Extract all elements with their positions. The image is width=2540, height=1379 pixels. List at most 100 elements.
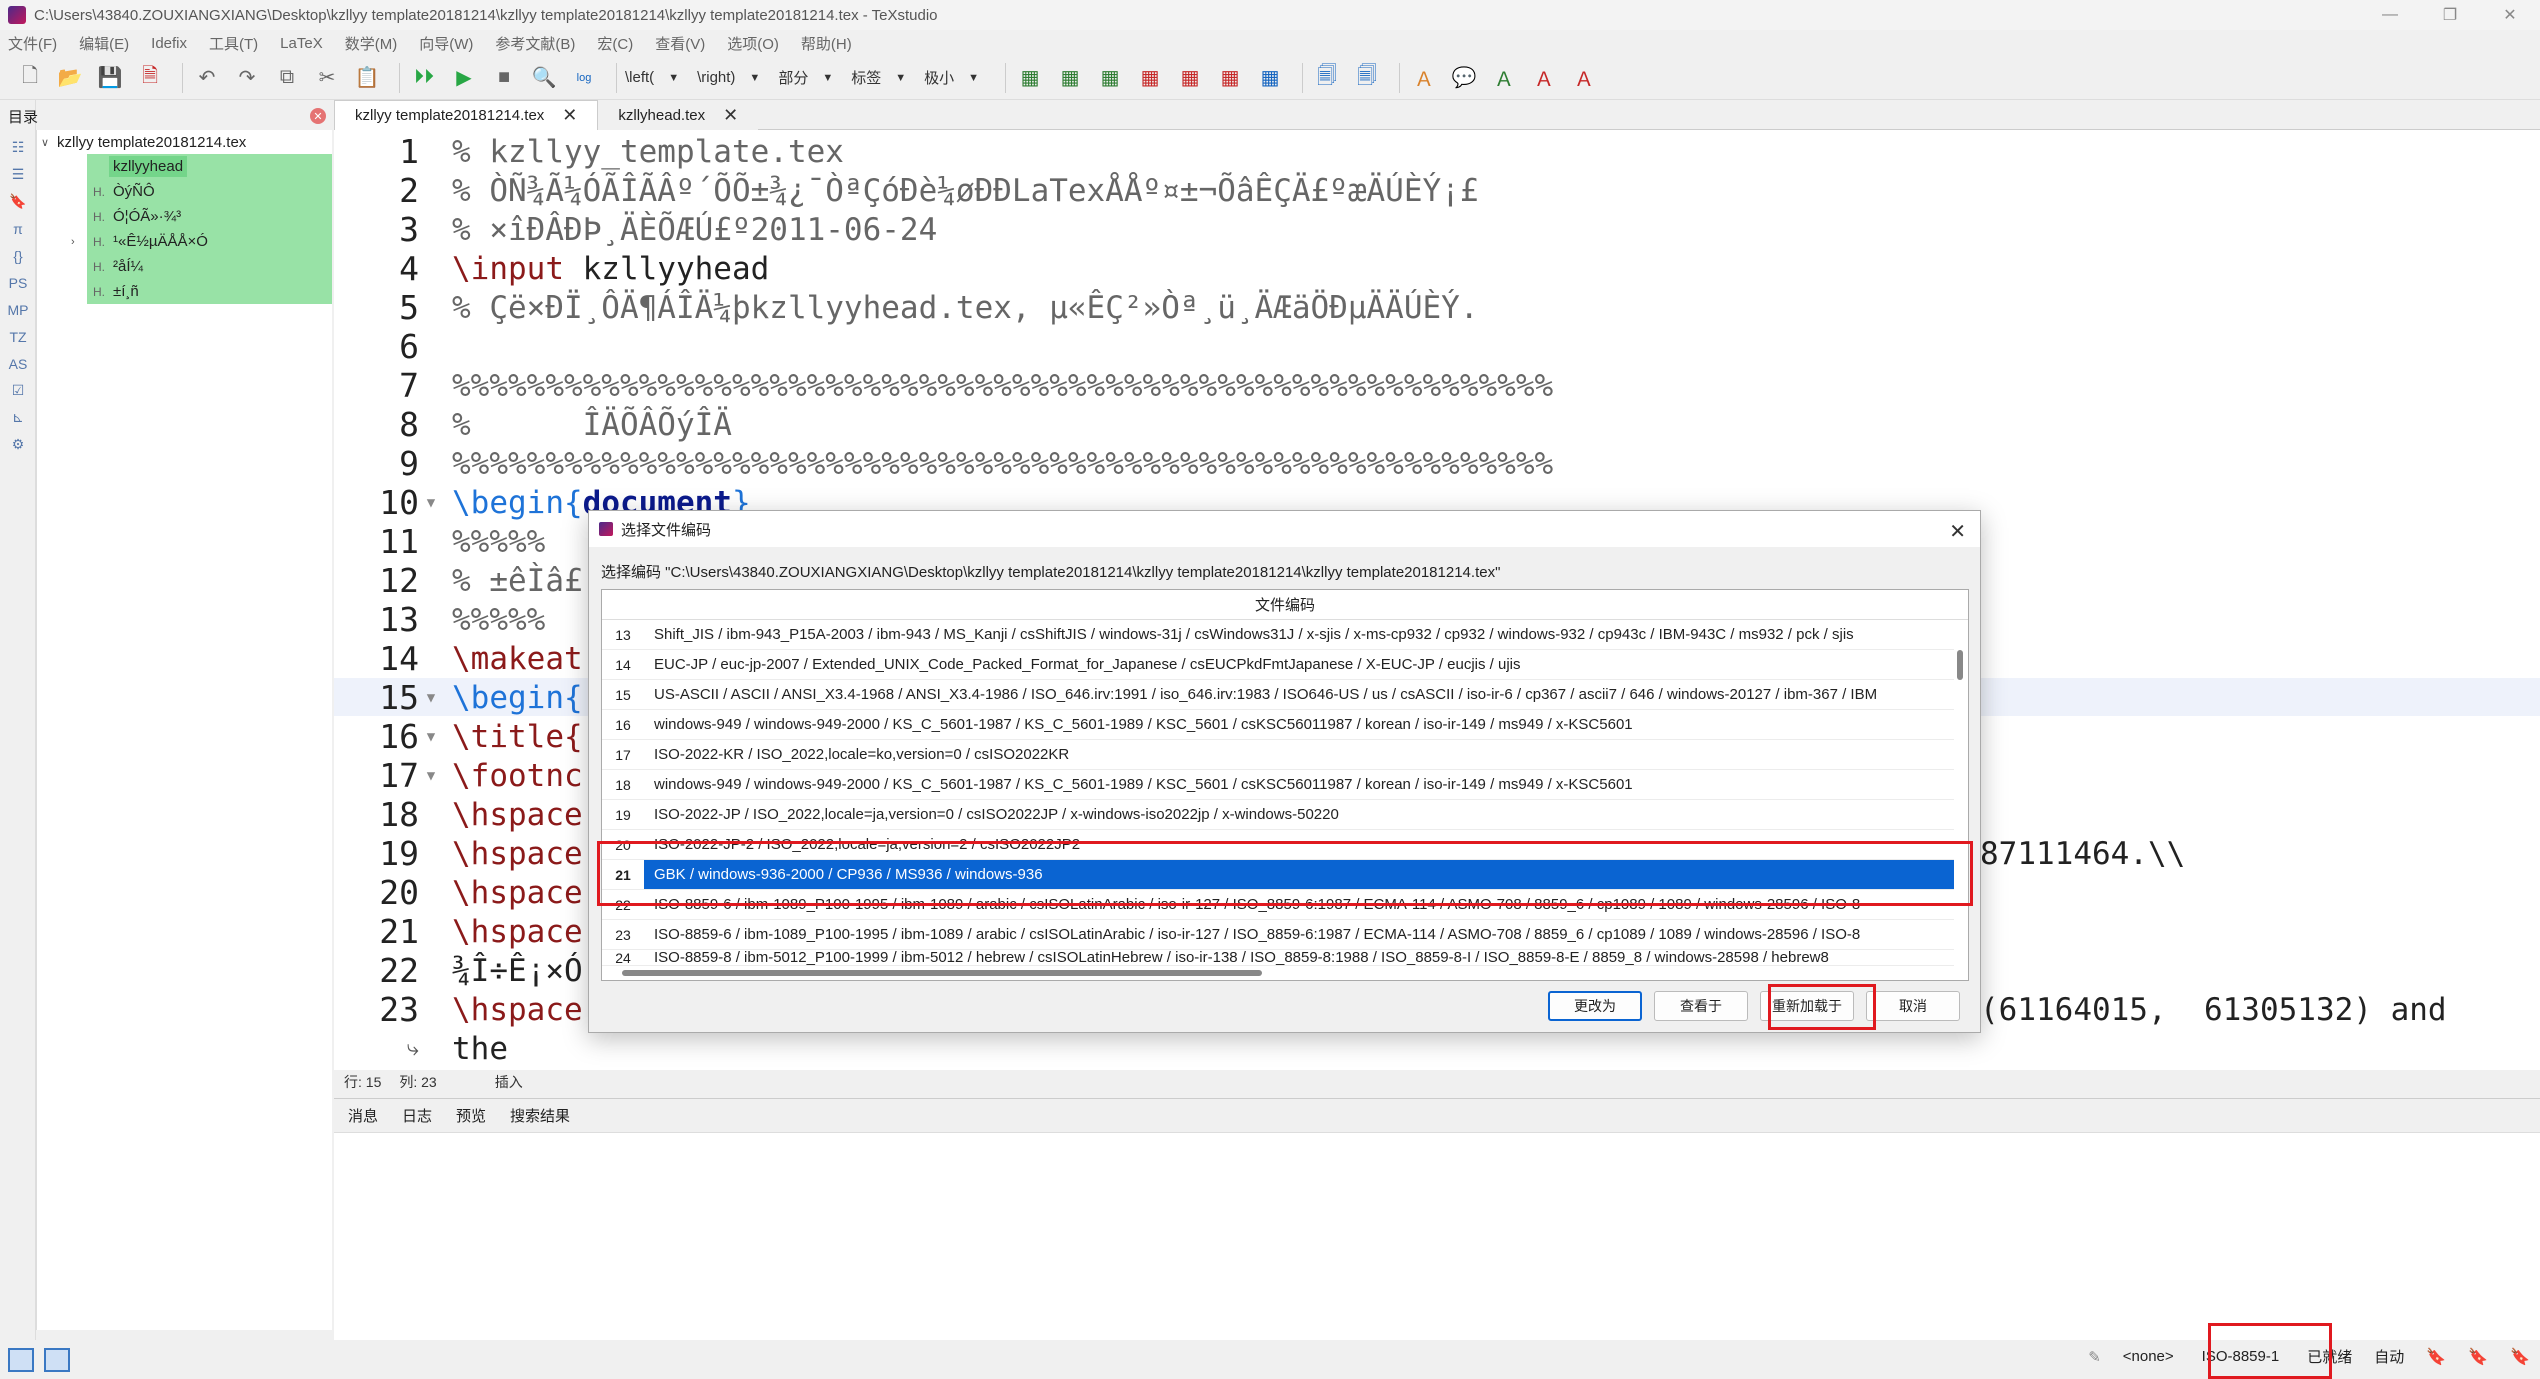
- table-remove-column-icon[interactable]: ▦: [1174, 62, 1206, 94]
- tree-item-section[interactable]: › H. ¹«Ê½µÄÅÅ×Ó: [71, 229, 332, 254]
- encoding-row[interactable]: 17 ISO-2022-KR / ISO_2022,locale=ko,versi…: [602, 740, 1954, 770]
- table-add-row-icon[interactable]: ▦: [1054, 62, 1086, 94]
- close-icon[interactable]: ✕: [1949, 519, 1966, 544]
- fold-arrow-icon[interactable]: ▼: [421, 690, 441, 706]
- menu-bibliography[interactable]: 参考文献(B): [495, 33, 575, 54]
- insert-mode-indicator[interactable]: 插入: [495, 1072, 523, 1092]
- scrollbar-thumb[interactable]: [1957, 650, 1963, 680]
- compile-icon[interactable]: ▶: [448, 62, 480, 94]
- menu-wizards[interactable]: 向导(W): [419, 33, 473, 54]
- encoding-row[interactable]: 16 windows-949 / windows-949-2000 / KS_C_…: [602, 710, 1954, 740]
- scrollbar-thumb[interactable]: [622, 970, 1262, 976]
- tree-item-section[interactable]: H. Ó¦ÓÃ»·¾³: [87, 204, 332, 229]
- chevron-down-icon[interactable]: ∨: [41, 136, 57, 149]
- cancel-button[interactable]: 取消: [1866, 991, 1960, 1021]
- fold-arrow-icon[interactable]: ▼: [421, 729, 441, 745]
- table-remove-row-icon[interactable]: ▦: [1134, 62, 1166, 94]
- encoding-row[interactable]: 19 ISO-2022-JP / ISO_2022,locale=ja,versi…: [602, 800, 1954, 830]
- minimize-button[interactable]: —: [2360, 0, 2420, 30]
- bookmark-icon[interactable]: 🔖: [2426, 1347, 2446, 1367]
- bookmark-icon[interactable]: 🔖: [2468, 1347, 2488, 1367]
- language-selector[interactable]: <none>: [2123, 1348, 2174, 1365]
- encoding-list[interactable]: 文件编码 13 Shift_JIS / ibm-943_P15A-2003 / i…: [601, 589, 1969, 981]
- view-as-button[interactable]: 查看于: [1654, 991, 1748, 1021]
- copy-icon[interactable]: ⧉: [271, 62, 303, 94]
- auto-status[interactable]: 自动: [2374, 1346, 2404, 1367]
- redo-icon[interactable]: ↷: [231, 62, 263, 94]
- menu-edit[interactable]: 编辑(E): [79, 33, 129, 54]
- tab-search-results[interactable]: 搜索结果: [510, 1105, 570, 1126]
- close-tab-icon[interactable]: ✕: [562, 105, 577, 126]
- menu-tools[interactable]: 工具(T): [209, 33, 258, 54]
- view-pdf-icon[interactable]: 🔍: [528, 62, 560, 94]
- right-delimiter-dropdown[interactable]: \right) ▼: [697, 63, 760, 93]
- document-import-icon[interactable]: 🗐: [1351, 62, 1383, 94]
- paste-icon[interactable]: 📋: [351, 62, 383, 94]
- speech-bubble-icon[interactable]: 💬: [1448, 62, 1480, 94]
- menu-view[interactable]: 查看(V): [655, 33, 705, 54]
- menu-options[interactable]: 选项(O): [727, 33, 779, 54]
- menu-math[interactable]: 数学(M): [345, 33, 398, 54]
- table-delete-icon[interactable]: ▦: [1214, 62, 1246, 94]
- build-and-view-icon[interactable]: ⏵⏵: [408, 62, 440, 94]
- undo-icon[interactable]: ↶: [191, 62, 223, 94]
- font-size-dropdown[interactable]: 极小 ▼: [924, 63, 979, 93]
- menu-macros[interactable]: 宏(C): [597, 33, 633, 54]
- references-dropdown[interactable]: 标签 ▼: [851, 63, 906, 93]
- save-icon[interactable]: 💾: [94, 62, 126, 94]
- menu-help[interactable]: 帮助(H): [801, 33, 852, 54]
- line-number: 22: [379, 951, 419, 990]
- tree-item-label: kzllyyhead: [109, 156, 188, 177]
- table-add-column-icon[interactable]: ▦: [1094, 62, 1126, 94]
- new-file-icon[interactable]: 🗋: [14, 62, 46, 94]
- table-icon[interactable]: ▦: [1014, 62, 1046, 94]
- sectioning-dropdown[interactable]: 部分 ▼: [778, 63, 833, 93]
- bookmark-icon[interactable]: 🔖: [2510, 1347, 2530, 1367]
- cut-icon[interactable]: ✂: [311, 62, 343, 94]
- toggle-structure-icon[interactable]: [8, 1348, 34, 1372]
- change-to-button[interactable]: 更改为: [1548, 991, 1642, 1021]
- vertical-scrollbar[interactable]: [1954, 620, 1966, 970]
- text-delete-icon[interactable]: Ａ: [1568, 62, 1600, 94]
- close-file-icon[interactable]: 🗎: [134, 62, 166, 94]
- tree-root[interactable]: ∨ kzllyy template20181214.tex: [37, 130, 332, 154]
- tab-template[interactable]: kzllyy template20181214.tex ✕: [334, 100, 599, 130]
- encoding-row[interactable]: 15 US-ASCII / ASCII / ANSI_X3.4-1968 / AN…: [602, 680, 1954, 710]
- table-align-icon[interactable]: ▦: [1254, 62, 1286, 94]
- encoding-row[interactable]: 23 ISO-8859-6 / ibm-1089_P100-1995 / ibm-…: [602, 920, 1954, 950]
- fold-arrow-icon[interactable]: ▼: [421, 495, 441, 511]
- tree-item-section[interactable]: H. ±í¸ñ: [87, 279, 332, 304]
- open-file-icon[interactable]: 📂: [54, 62, 86, 94]
- spellcheck-icon[interactable]: ✎: [2088, 1348, 2101, 1366]
- menu-file[interactable]: 文件(F): [8, 33, 57, 54]
- left-delimiter-dropdown[interactable]: \left(▼: [625, 63, 679, 93]
- tree-item-section[interactable]: H. ²åÍ¼: [87, 254, 332, 279]
- text-red-icon[interactable]: Ａ: [1528, 62, 1560, 94]
- close-window-button[interactable]: ✕: [2480, 0, 2540, 30]
- view-log-icon[interactable]: log: [568, 62, 600, 94]
- chevron-right-icon[interactable]: ›: [71, 236, 75, 248]
- encoding-row[interactable]: 13 Shift_JIS / ibm-943_P15A-2003 / ibm-94…: [602, 620, 1954, 650]
- toggle-messages-icon[interactable]: [44, 1348, 70, 1372]
- stop-icon[interactable]: ■: [488, 62, 520, 94]
- tab-preview[interactable]: 预览: [456, 1105, 486, 1126]
- tab-messages[interactable]: 消息: [348, 1105, 378, 1126]
- tab-log[interactable]: 日志: [402, 1105, 432, 1126]
- tab-head[interactable]: kzllyhead.tex ✕: [598, 100, 759, 130]
- close-tab-icon[interactable]: ✕: [723, 105, 738, 126]
- tree-item-include[interactable]: kzllyyhead: [87, 154, 332, 179]
- encoding-row[interactable]: 18 windows-949 / windows-949-2000 / KS_C_…: [602, 770, 1954, 800]
- encoding-row[interactable]: 14 EUC-JP / euc-jp-2007 / Extended_UNIX_C…: [602, 650, 1954, 680]
- encoding-row[interactable]: 24 ISO-8859-8 / ibm-5012_P100-1999 / ibm-…: [602, 950, 1954, 966]
- close-panel-icon[interactable]: ✕: [310, 108, 326, 124]
- text-green-icon[interactable]: Ａ: [1488, 62, 1520, 94]
- add-comment-icon[interactable]: Ａ: [1408, 62, 1440, 94]
- fold-arrow-icon[interactable]: ▼: [421, 768, 441, 784]
- section-icon: H.: [93, 184, 105, 199]
- tree-item-section[interactable]: H. ÒýÑÔ: [87, 179, 332, 204]
- menu-idefix[interactable]: Idefix: [151, 35, 187, 52]
- horizontal-scrollbar[interactable]: [622, 968, 1952, 978]
- maximize-button[interactable]: ❐: [2420, 0, 2480, 30]
- document-export-icon[interactable]: 🗐: [1311, 62, 1343, 94]
- menu-latex[interactable]: LaTeX: [280, 35, 323, 52]
